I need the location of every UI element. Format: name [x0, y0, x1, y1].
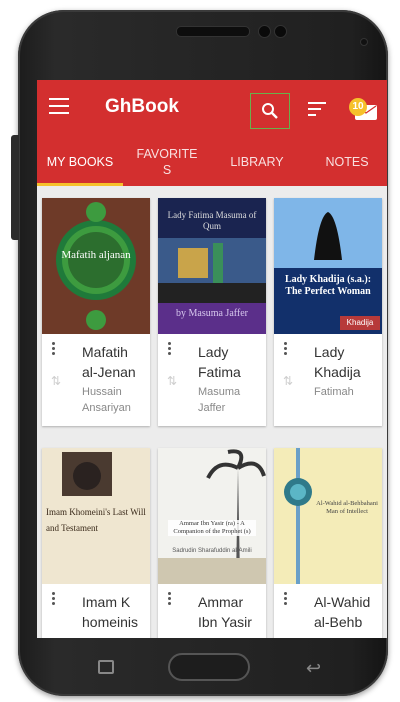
cover-title: Lady Fatima Masuma of Qum — [167, 210, 257, 231]
back-icon[interactable]: ↩ — [306, 658, 321, 679]
book-author: Fatimah — [314, 386, 354, 398]
more-options-icon[interactable] — [168, 592, 172, 607]
book-card[interactable]: Imam Khomeini's Last Will and Testament … — [42, 448, 150, 638]
search-button[interactable] — [250, 93, 290, 129]
tab-notes[interactable]: NOTES — [307, 138, 387, 186]
cover-author: by Masuma Jaffer — [175, 308, 249, 319]
cover-title: Al-Wahid al-Behbahani Man of Intellect — [316, 500, 378, 515]
recent-apps-icon[interactable] — [98, 660, 114, 674]
more-options-icon[interactable] — [284, 592, 288, 607]
book-title: Al-Wahid al-Behb — [314, 594, 371, 630]
more-options-icon[interactable] — [168, 342, 172, 357]
more-options-icon[interactable] — [284, 342, 288, 357]
sort-arrows-icon: ⇅ — [283, 374, 294, 388]
book-cover: Lady Fatima Masuma of Qum by Masuma Jaff… — [158, 198, 266, 334]
sort-arrows-icon: ⇅ — [167, 374, 178, 388]
book-author: Masuma Jaffer — [198, 386, 241, 414]
tab-library[interactable]: LIBRARY — [217, 138, 297, 186]
phone-front-sensor — [360, 38, 368, 46]
home-button[interactable] — [168, 653, 250, 681]
app-title: GhBook — [105, 96, 179, 117]
book-cover: Mafatih aljanan — [42, 198, 150, 334]
cover-title: Mafatih aljanan — [61, 249, 131, 261]
sort-arrows-icon: ⇅ — [51, 374, 62, 388]
book-cover: Al-Wahid al-Behbahani Man of Intellect — [274, 448, 382, 584]
cover-title: Ammar Ibn Yasir (ra) - A Companion of th… — [168, 520, 256, 536]
phone-sensor — [258, 25, 271, 38]
book-cover: Ammar Ibn Yasir (ra) - A Companion of th… — [158, 448, 266, 584]
book-grid: Mafatih aljanan ⇅ Mafatih al-Jenan Hussa… — [37, 186, 387, 638]
cover-author: Sadrudin Sharafuddin al-Amili — [172, 548, 252, 554]
cover-title: Lady Khadija (s.a.): The Perfect Woman — [284, 274, 372, 297]
notifications-button[interactable]: 10 — [349, 96, 379, 122]
sort-icon[interactable] — [308, 102, 326, 116]
book-title: Lady Khadija — [314, 344, 361, 380]
menu-icon[interactable] — [49, 98, 69, 114]
book-card[interactable]: Ammar Ibn Yasir (ra) - A Companion of th… — [158, 448, 266, 638]
book-title: Mafatih al-Jenan — [82, 344, 136, 380]
more-options-icon[interactable] — [52, 592, 56, 607]
tab-bar: MY BOOKS FAVORITE S LIBRARY NOTES — [37, 138, 387, 186]
phone-side-button — [11, 135, 19, 240]
book-card[interactable]: Mafatih aljanan ⇅ Mafatih al-Jenan Hussa… — [42, 198, 150, 426]
cover-tag: Khadija — [346, 318, 374, 327]
book-title: Imam K homeinis — [82, 594, 139, 630]
notification-badge: 10 — [349, 98, 367, 116]
more-options-icon[interactable] — [52, 342, 56, 357]
search-icon — [262, 103, 278, 119]
phone-speaker — [176, 26, 250, 37]
phone-camera — [274, 25, 287, 38]
book-title: Lady Fatima — [198, 344, 241, 380]
tab-favorites[interactable]: FAVORITE S — [127, 138, 207, 186]
book-card[interactable]: Al-Wahid al-Behbahani Man of Intellect A… — [274, 448, 382, 638]
book-card[interactable]: Lady Fatima Masuma of Qum by Masuma Jaff… — [158, 198, 266, 426]
cover-title: Imam Khomeini's Last Will and Testament — [46, 507, 146, 533]
book-cover: Lady Khadija (s.a.): The Perfect Woman K… — [274, 198, 382, 334]
book-card[interactable]: Lady Khadija (s.a.): The Perfect Woman K… — [274, 198, 382, 426]
book-author: Hussain Ansariyan — [82, 386, 131, 414]
app-bar: GhBook 10 MY BOOKS FAVORITE S LIBRARY NO… — [37, 80, 387, 186]
app-screen: GhBook 10 MY BOOKS FAVORITE S LIBRARY NO… — [37, 80, 387, 638]
tab-my-books[interactable]: MY BOOKS — [37, 138, 123, 186]
book-cover: Imam Khomeini's Last Will and Testament — [42, 448, 150, 584]
book-title: Ammar Ibn Yasir — [198, 594, 252, 630]
